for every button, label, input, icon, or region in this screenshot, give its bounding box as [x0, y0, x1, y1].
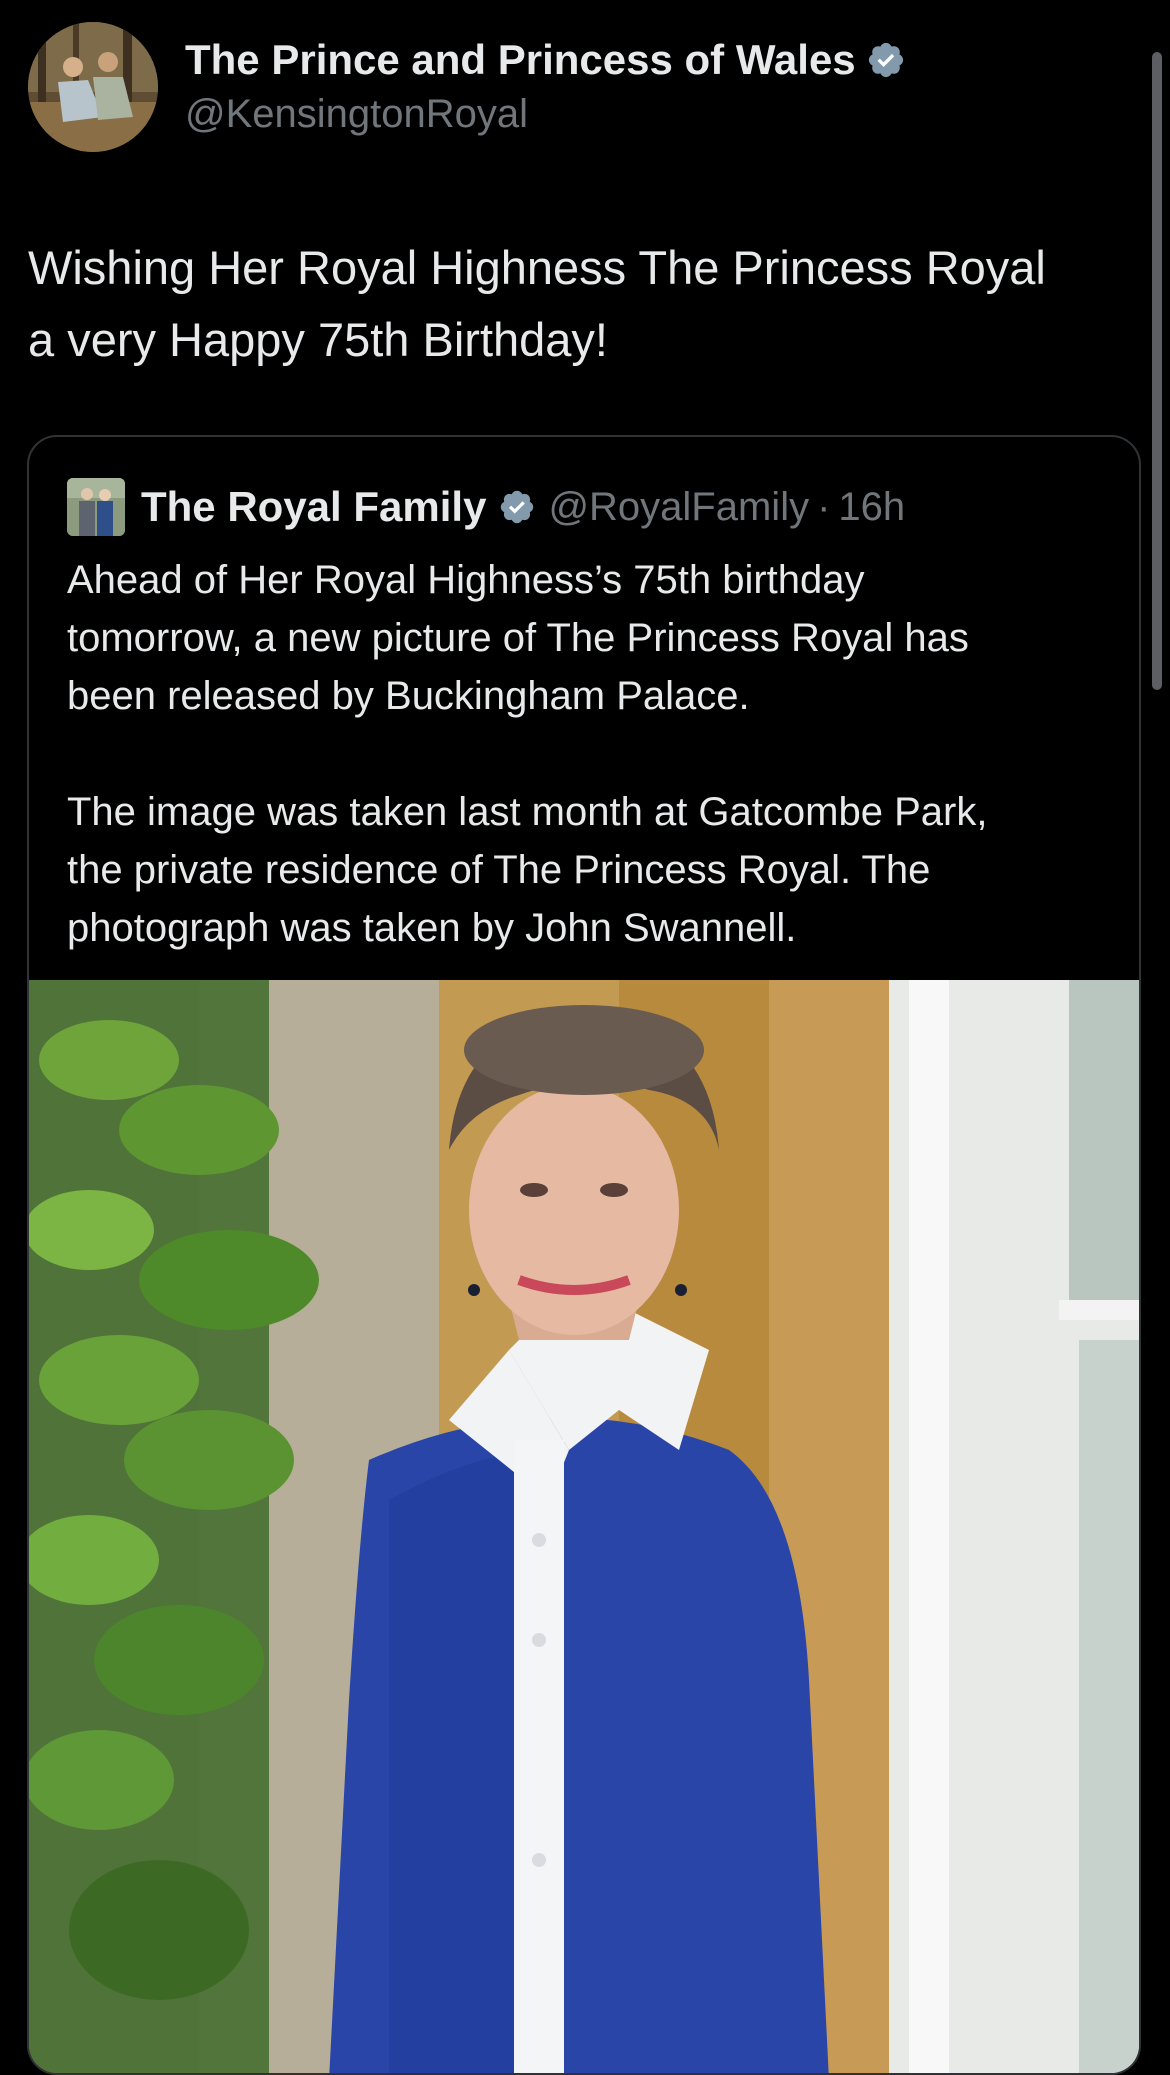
- quoted-author-avatar[interactable]: [67, 478, 125, 536]
- quoted-tweet[interactable]: The Royal Family @RoyalFamily · 16h Ahea…: [27, 435, 1141, 2075]
- quoted-tweet-header: The Royal Family @RoyalFamily · 16h: [67, 477, 905, 537]
- quoted-author-name[interactable]: The Royal Family: [141, 483, 486, 531]
- author-name-text[interactable]: The Prince and Princess of Wales: [185, 36, 856, 84]
- tweet-text: Wishing Her Royal Highness The Princess …: [28, 232, 1138, 376]
- avatar-photo: [67, 478, 125, 536]
- verified-badge-icon: [868, 42, 903, 78]
- verified-badge-icon: [501, 490, 534, 524]
- quoted-text-line: been released by Buckingham Palace.: [67, 674, 750, 718]
- quoted-text-line: the private residence of The Princess Ro…: [67, 848, 931, 892]
- quoted-text-line: The image was taken last month at Gatcom…: [67, 790, 988, 834]
- quoted-tweet-text: Ahead of Her Royal Highness’s 75th birth…: [67, 551, 1117, 1015]
- quoted-author-handle[interactable]: @RoyalFamily: [548, 485, 809, 530]
- quoted-text-line: photograph was taken by John Swannell.: [67, 906, 797, 950]
- author-name[interactable]: The Prince and Princess of Wales: [185, 36, 906, 84]
- quoted-text-line: tomorrow, a new picture of The Princess …: [67, 616, 969, 660]
- quoted-paragraph-1: Ahead of Her Royal Highness’s 75th birth…: [67, 551, 1117, 725]
- author-avatar[interactable]: [28, 22, 158, 152]
- avatar-photo: [28, 22, 158, 152]
- separator-dot: ·: [817, 484, 831, 529]
- scrollbar[interactable]: [1152, 52, 1162, 690]
- portrait-photo[interactable]: [29, 980, 1139, 2075]
- tweet-text-line: a very Happy 75th Birthday!: [28, 313, 608, 366]
- quoted-tweet-timestamp[interactable]: 16h: [838, 485, 905, 530]
- author-handle[interactable]: @KensingtonRoyal: [185, 92, 528, 137]
- quoted-text-line: Ahead of Her Royal Highness’s 75th birth…: [67, 558, 865, 602]
- quoted-paragraph-2: The image was taken last month at Gatcom…: [67, 783, 1117, 957]
- tweet-text-line: Wishing Her Royal Highness The Princess …: [28, 241, 1046, 294]
